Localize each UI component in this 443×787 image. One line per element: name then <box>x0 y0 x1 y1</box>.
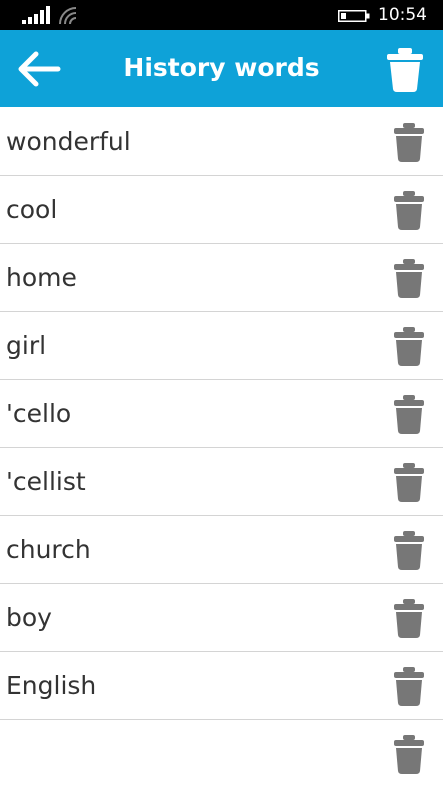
history-word[interactable]: home <box>6 262 77 294</box>
list-item[interactable]: 'cello <box>0 380 443 448</box>
list-item[interactable]: church <box>0 516 443 584</box>
status-time: 10:54 <box>378 5 427 25</box>
history-word[interactable]: girl <box>6 330 46 362</box>
list-item[interactable]: boy <box>0 584 443 652</box>
history-word[interactable]: English <box>6 670 96 702</box>
delete-word-trash-icon[interactable] <box>392 394 426 434</box>
list-item[interactable]: English <box>0 652 443 720</box>
list-item[interactable]: girl <box>0 312 443 380</box>
list-item[interactable]: 'cellist <box>0 448 443 516</box>
delete-word-trash-icon[interactable] <box>392 462 426 502</box>
list-item[interactable]: wonderful <box>0 108 443 176</box>
delete-word-trash-icon[interactable] <box>392 326 426 366</box>
delete-word-trash-icon[interactable] <box>392 666 426 706</box>
history-word-list: wonderful cool home girl 'cello 'cellist churc… <box>0 108 443 787</box>
history-word[interactable]: 'cello <box>6 398 71 430</box>
delete-word-trash-icon[interactable] <box>392 734 426 774</box>
history-word[interactable]: boy <box>6 602 52 634</box>
list-item[interactable]: cool <box>0 176 443 244</box>
history-word[interactable]: cool <box>6 194 57 226</box>
delete-word-trash-icon[interactable] <box>392 122 426 162</box>
clear-history-trash-icon[interactable] <box>384 47 426 93</box>
list-item[interactable]: home <box>0 244 443 312</box>
signal-strength-icon <box>22 6 50 24</box>
app-bar: History words <box>0 30 443 107</box>
page-title: History words <box>123 53 320 82</box>
history-word[interactable]: 'cellist <box>6 466 86 498</box>
history-word[interactable]: wonderful <box>6 126 131 158</box>
delete-word-trash-icon[interactable] <box>392 258 426 298</box>
wifi-icon <box>59 7 77 25</box>
status-bar: 10:54 <box>0 0 443 30</box>
list-item-partial[interactable] <box>0 720 443 787</box>
history-word[interactable]: church <box>6 534 91 566</box>
delete-word-trash-icon[interactable] <box>392 530 426 570</box>
delete-word-trash-icon[interactable] <box>392 598 426 638</box>
delete-word-trash-icon[interactable] <box>392 190 426 230</box>
battery-icon <box>338 10 370 22</box>
